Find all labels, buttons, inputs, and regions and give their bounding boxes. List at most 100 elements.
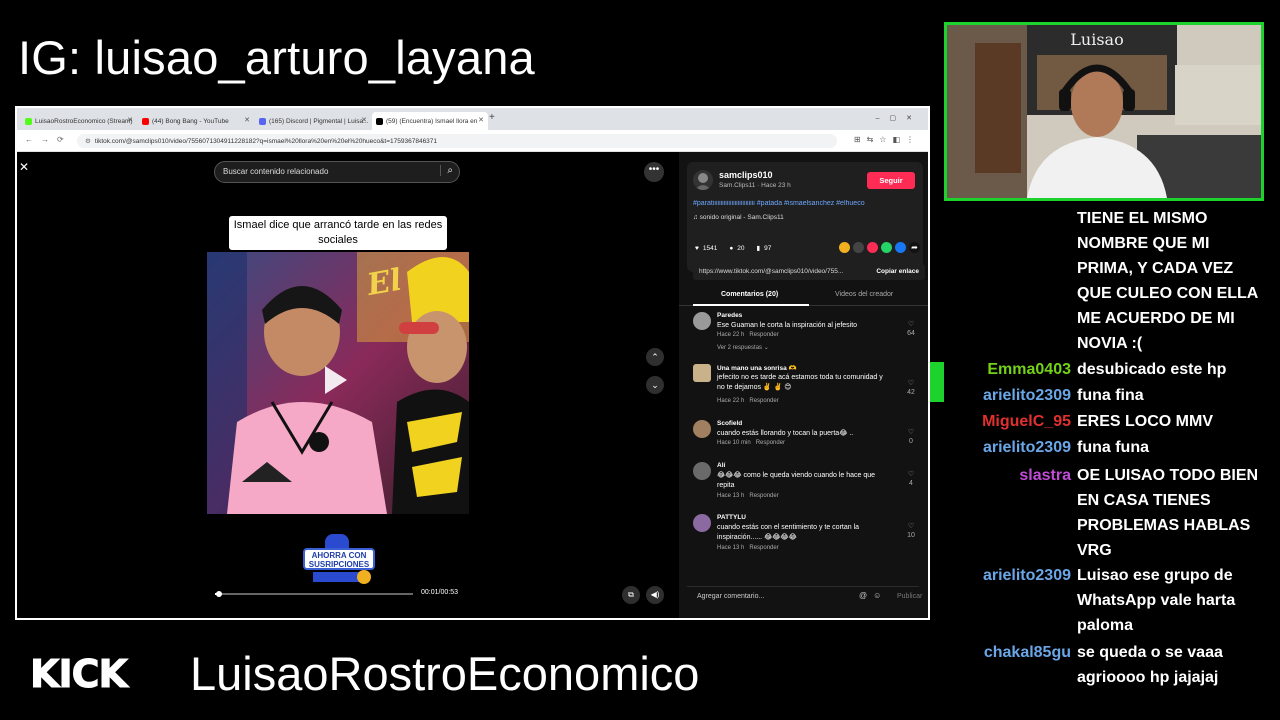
comment-like[interactable]: ♡ 64 [903,320,919,338]
save-stat[interactable]: ▮ 97 [757,244,772,253]
browser-toolbar-icons[interactable]: ⊞⇆☆◧⋮ [854,135,920,144]
youtube-icon [142,117,149,125]
comment-user[interactable]: PATTYLU [717,514,746,521]
previous-video-button[interactable]: ⌃ [646,348,664,366]
share-icon[interactable]: ➦ [909,242,920,253]
publish-button[interactable]: Publicar [897,593,922,600]
chat-username[interactable]: arielito2309 [983,563,1071,588]
volume-icon[interactable]: ◀) [646,586,664,604]
chat-username[interactable]: arielito2309 [983,383,1071,408]
reply-link[interactable]: Responder [756,440,785,446]
heart-outline-icon: ♡ [907,471,915,478]
view-replies-link[interactable]: Ver 2 respuestas ⌄ [717,344,769,351]
panel-tabs: Comentarios (20) Videos del creador [679,288,928,306]
video-hashtags[interactable]: #paratiiiiiiiiiiiiiiiiiiiiiiiiiii #patad… [693,200,919,207]
creator-avatar[interactable] [693,170,713,190]
video-frame-image[interactable]: El [207,252,469,514]
new-tab-button[interactable]: + [489,112,495,123]
comment-user[interactable]: Alí [717,462,725,469]
navigation-buttons[interactable]: ←→⟳ [25,135,72,144]
reply-link[interactable]: Responder [749,545,778,551]
comment-like[interactable]: ♡ 42 [903,379,919,397]
send-icon[interactable] [867,242,878,253]
comment-input[interactable]: Agregar comentario... [697,593,764,600]
chat-username[interactable]: slastra [1019,463,1071,488]
tab-creator-videos[interactable]: Videos del creador [835,291,893,298]
comment-like[interactable]: ♡ 10 [903,522,919,540]
embed-icon[interactable] [853,242,864,253]
comment-input-icons[interactable]: @☺ [859,591,887,600]
comment-user[interactable]: Scofield [717,420,742,427]
chat-username[interactable]: arielito2309 [983,435,1071,460]
comment-text: cuando estás con el sentimiento y te cor… [717,524,860,542]
promo-text: AHORRA CON SUSRIPCIONES [303,548,375,570]
close-tab-icon[interactable]: ✕ [478,116,484,124]
reply-link[interactable]: Responder [749,493,778,499]
comment-time: Hace 13 h [717,493,745,499]
comment-like[interactable]: ♡ 4 [903,470,919,488]
chat-username[interactable]: MiguelC_95 [982,409,1071,434]
close-icon[interactable]: ✕ [19,160,29,174]
comment-stat[interactable]: ● 20 [729,245,744,252]
heart-outline-icon: ♡ [907,321,915,328]
creator-subline: Sam.Clips11 · Hace 23 h [719,182,791,189]
follow-button[interactable]: Seguir [867,172,915,189]
commenter-avatar[interactable] [693,364,711,382]
search-icon[interactable]: ⌕ [440,165,453,176]
video-player[interactable]: Ismael dice que arrancó tarde en las red… [207,204,469,616]
comment-time: Hace 13 h [717,545,745,551]
tab-comments[interactable]: Comentarios (20) [721,291,778,298]
comment-count: 20 [737,244,745,252]
browser-tab-kick[interactable]: LuisaoRostroEconomico (Stream) ✕ [21,112,137,130]
video-progress-bar[interactable] [215,591,413,597]
chat-username[interactable]: Emma0403 [987,357,1071,382]
comment-meta: Hace 13 h Responder [717,545,779,551]
commenter-avatar[interactable] [693,462,711,480]
close-tab-icon[interactable]: ✕ [127,116,133,124]
url-text: tiktok.com/@samclips010/video/7556071304… [94,138,438,145]
search-input[interactable]: Buscar contenido relacionado ⌕ [214,161,460,183]
reply-link[interactable]: Responder [749,398,778,404]
kick-logo: KICK [30,652,129,697]
comment-like[interactable]: ♡ 0 [903,428,919,446]
close-tab-icon[interactable]: ✕ [244,116,250,124]
share-icons: ➦ [839,242,920,253]
url-field[interactable]: ⚙ tiktok.com/@samclips010/video/755607130… [77,134,837,148]
more-options-icon[interactable]: ••• [644,162,664,182]
window-controls[interactable]: –▢✕ [876,114,922,122]
next-video-button[interactable]: ⌄ [646,376,664,394]
browser-tab-youtube[interactable]: (44) Bong Bang - YouTube ✕ [138,112,254,130]
creator-username[interactable]: samclips010 [719,170,773,180]
progress-handle[interactable] [215,591,222,597]
comment-meta: Hace 10 min Responder [717,440,785,446]
site-info-icon[interactable]: ⚙ [85,138,91,145]
commenter-avatar[interactable] [693,312,711,330]
comment-meta: Hace 22 h Responder [717,332,779,338]
facebook-icon[interactable] [895,242,906,253]
creator-avatar-image [695,173,711,190]
details-panel: samclips010 Sam.Clips11 · Hace 23 h Segu… [679,152,928,618]
comment-time: Hace 22 h [717,398,745,404]
browser-tab-discord[interactable]: (165) Discord | Pigmental | Luisa... ✕ [255,112,371,130]
comment-text: jefecito no es tarde acá estamos toda tu… [717,374,883,392]
browser-tab-tiktok[interactable]: (59) (Encuentra) Ismael llora en ✕ [372,112,488,130]
coin-share-icon[interactable] [839,242,850,253]
play-icon[interactable] [325,366,347,394]
like-stat[interactable]: ♥ 1541 [695,245,717,252]
save-count: 97 [764,244,772,252]
sound-link[interactable]: ♫ sonido original - Sam.Clips11 [693,214,784,221]
promo-line2: SUSRIPCIONES [308,560,370,569]
comment-time: Hace 10 min [717,440,751,446]
reply-link[interactable]: Responder [749,332,778,338]
chat-text: desubicado este hp [1077,361,1227,378]
chat-username[interactable]: chakal85gu [984,640,1071,665]
floating-player-icon[interactable]: ⧉ [622,586,640,604]
close-tab-icon[interactable]: ✕ [361,116,367,124]
comment-user[interactable]: Una mano una sonrisa 🫶 [717,364,797,372]
commenter-avatar[interactable] [693,420,711,438]
copy-link-button[interactable]: Copiar enlace [876,268,919,275]
comment-user[interactable]: Paredes [717,312,742,319]
whatsapp-icon[interactable] [881,242,892,253]
commenter-avatar[interactable] [693,514,711,532]
video-link[interactable]: https://www.tiktok.com/@samclips010/vide… [699,268,859,275]
